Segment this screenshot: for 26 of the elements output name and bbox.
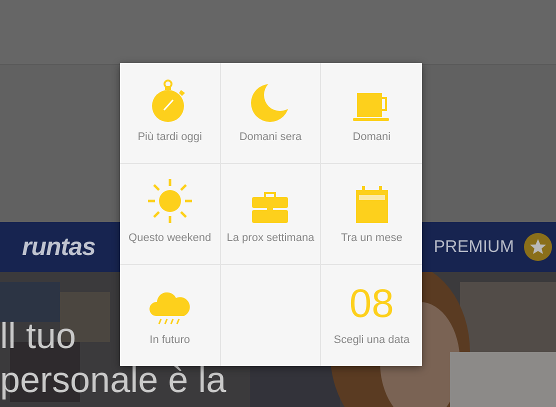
option-label: Questo weekend bbox=[128, 232, 212, 244]
option-tile[interactable]: Domani bbox=[321, 63, 422, 164]
option-tile[interactable]: Questo weekend bbox=[120, 164, 221, 265]
option-label: La prox settimana bbox=[226, 232, 314, 244]
option-label: In futuro bbox=[150, 334, 190, 346]
option-label: Domani sera bbox=[239, 131, 302, 143]
rain-cloud-icon bbox=[148, 290, 192, 326]
date-number: 08 bbox=[349, 282, 394, 326]
moon-icon bbox=[250, 83, 290, 123]
option-tile[interactable]: 08 Scegli una data bbox=[321, 265, 422, 366]
option-label: Scegli una data bbox=[334, 334, 410, 346]
option-tile[interactable]: La prox settimana bbox=[220, 164, 322, 265]
option-tile[interactable]: Domani sera bbox=[220, 63, 322, 164]
option-label: Domani bbox=[352, 131, 391, 143]
calendar-icon bbox=[354, 186, 389, 224]
cup-icon bbox=[352, 91, 391, 123]
option-label: Tra un mese bbox=[340, 232, 402, 244]
option-tile[interactable]: Più tardi oggi bbox=[120, 63, 221, 164]
logo: runtas bbox=[21, 232, 96, 262]
option-label: Più tardi oggi bbox=[138, 131, 202, 143]
premium-label[interactable]: PREMIUM bbox=[434, 237, 514, 257]
option-tile[interactable]: Tra un mese bbox=[321, 164, 422, 265]
headline-text: ll tuo bbox=[0, 314, 76, 358]
sun-icon bbox=[146, 178, 193, 224]
option-tile[interactable]: In futuro bbox=[120, 265, 221, 366]
briefcase-icon bbox=[251, 190, 290, 224]
